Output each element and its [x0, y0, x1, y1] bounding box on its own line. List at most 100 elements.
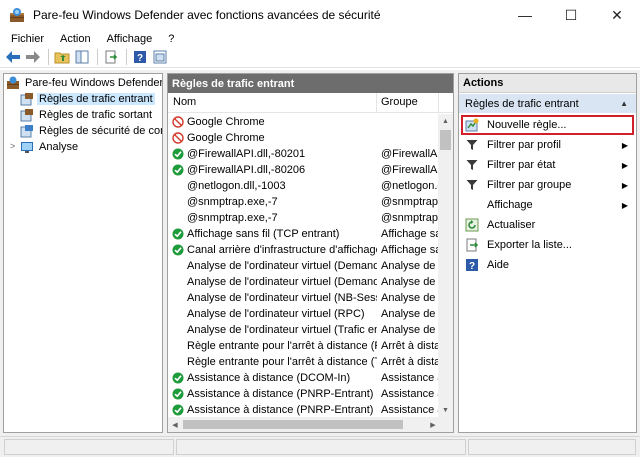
- disabled-rule-icon: [171, 339, 185, 353]
- tree-item-monitoring[interactable]: Analyse: [20, 139, 80, 155]
- action-filtrer-par-état[interactable]: Filtrer par état ▶: [459, 155, 636, 175]
- scroll-right-arrow-icon[interactable]: ▶: [426, 417, 440, 432]
- rule-row[interactable]: @snmptrap.exe,-7 @snmptrap.exe,-3: [168, 210, 439, 226]
- window-controls: — ☐ ✕: [502, 0, 640, 30]
- allowed-check-icon: [171, 147, 185, 161]
- action-actualiser[interactable]: Actualiser: [459, 215, 636, 235]
- action-aide[interactable]: ? Aide: [459, 255, 636, 275]
- scroll-down-arrow-icon[interactable]: ▼: [438, 403, 453, 417]
- rule-row[interactable]: Analyse de l'ordinateur virtuel (Demande…: [168, 274, 439, 290]
- properties-icon[interactable]: [151, 48, 169, 66]
- disabled-rule-icon: [171, 259, 185, 273]
- toolbar: ?: [0, 47, 640, 68]
- forward-arrow-icon[interactable]: [24, 48, 42, 66]
- rule-row[interactable]: @snmptrap.exe,-7 @snmptrap.exe,-3: [168, 194, 439, 210]
- submenu-arrow-icon: ▶: [621, 200, 628, 210]
- column-header-group[interactable]: Groupe: [381, 96, 418, 108]
- menu-affichage[interactable]: Affichage: [101, 33, 159, 45]
- rule-row[interactable]: Canal arrière d'infrastructure d'afficha…: [168, 242, 439, 258]
- filter-icon: [465, 158, 479, 172]
- scroll-left-arrow-icon[interactable]: ◀: [168, 417, 182, 432]
- rule-row[interactable]: Règle entrante pour l'arrêt à distance (…: [168, 354, 439, 370]
- rule-group: Analyse de l'ordinateur virtuel: [381, 308, 439, 320]
- rule-name: Assistance à distance (PNRP-Entrant): [187, 404, 374, 416]
- rule-row[interactable]: Google Chrome: [168, 130, 438, 146]
- rule-name: Google Chrome: [187, 116, 265, 128]
- filter-icon: [465, 138, 479, 152]
- rule-name: Règle entrante pour l'arrêt à distance (…: [187, 356, 377, 368]
- export-icon[interactable]: [102, 48, 120, 66]
- submenu-arrow-icon: ▶: [621, 160, 628, 170]
- allowed-check-icon: [171, 371, 185, 385]
- column-divider[interactable]: [438, 93, 439, 113]
- menu-fichier[interactable]: Fichier: [5, 33, 50, 45]
- disabled-rule-icon: [171, 195, 185, 209]
- collapse-triangle-icon[interactable]: ▲: [620, 99, 628, 108]
- rule-row[interactable]: Google Chrome: [168, 114, 438, 130]
- rule-row[interactable]: @FirewallAPI.dll,-80206 @FirewallAPI.dll,…: [168, 162, 439, 178]
- navigation-tree: Pare-feu Windows Defender avec fonctions…: [3, 73, 163, 433]
- rule-group: Assistance à distance: [381, 404, 439, 416]
- rule-group: Analyse de l'ordinateur virtuel: [381, 292, 439, 304]
- rule-row[interactable]: Analyse de l'ordinateur virtuel (Demande…: [168, 258, 439, 274]
- rule-name: @snmptrap.exe,-7: [187, 196, 278, 208]
- allowed-check-icon: [171, 163, 185, 177]
- rule-group: Assistance à distance: [381, 388, 439, 400]
- rule-row[interactable]: @netlogon.dll,-1003 @netlogon.dll,-1010: [168, 178, 439, 194]
- scroll-up-arrow-icon[interactable]: ▲: [438, 114, 453, 128]
- rule-name: @FirewallAPI.dll,-80201: [187, 148, 306, 160]
- column-divider[interactable]: [376, 93, 377, 113]
- actions-pane: Actions Règles de trafic entrant ▲ Nouve…: [458, 73, 637, 433]
- rule-row[interactable]: @FirewallAPI.dll,-80201 @FirewallAPI.dll,…: [168, 146, 439, 162]
- action-nouvelle-règle[interactable]: Nouvelle règle...: [461, 115, 634, 135]
- status-cell: [176, 439, 466, 455]
- action-label: Affichage: [487, 199, 533, 211]
- rule-row[interactable]: Assistance à distance (PNRP-Entrant) Assi…: [168, 386, 439, 402]
- maximize-button[interactable]: ☐: [548, 0, 594, 30]
- tree-item-inbound-rules[interactable]: Règles de trafic entrant: [20, 91, 155, 107]
- rule-row[interactable]: Analyse de l'ordinateur virtuel (RPC) Ana…: [168, 306, 439, 322]
- action-exporter-la-liste[interactable]: Exporter la liste...: [459, 235, 636, 255]
- help-icon[interactable]: ?: [131, 48, 149, 66]
- column-header-name[interactable]: Nom: [173, 96, 196, 108]
- menu-action[interactable]: Action: [54, 33, 97, 45]
- action-label: Actualiser: [487, 219, 536, 231]
- disabled-rule-icon: [171, 275, 185, 289]
- rule-group: @FirewallAPI.dll,-80200: [381, 164, 439, 176]
- outbound-rules-icon: [20, 109, 33, 122]
- rule-row[interactable]: Affichage sans fil (TCP entrant) Affichag…: [168, 226, 439, 242]
- tree-item-label: Règles de trafic entrant: [37, 93, 155, 105]
- scroll-thumb[interactable]: [183, 420, 403, 429]
- blocked-icon: [171, 115, 185, 129]
- show-tree-icon[interactable]: [73, 48, 91, 66]
- tree-item-outbound-rules[interactable]: Règles de trafic sortant: [20, 107, 154, 123]
- rule-row[interactable]: Analyse de l'ordinateur virtuel (NB-Sess…: [168, 290, 439, 306]
- minimize-button[interactable]: —: [502, 0, 548, 30]
- action-filtrer-par-groupe[interactable]: Filtrer par groupe ▶: [459, 175, 636, 195]
- rule-name: Canal arrière d'infrastructure d'afficha…: [187, 244, 377, 256]
- window-title: Pare-feu Windows Defender avec fonctions…: [33, 8, 381, 22]
- rule-row[interactable]: Règle entrante pour l'arrêt à distance (…: [168, 338, 439, 354]
- tree-root[interactable]: Pare-feu Windows Defender avec fonctions…: [6, 75, 162, 91]
- menu-help[interactable]: ?: [162, 33, 180, 45]
- close-button[interactable]: ✕: [594, 0, 640, 30]
- rule-row[interactable]: Assistance à distance (PNRP-Entrant) Assi…: [168, 402, 439, 418]
- action-affichage[interactable]: Affichage ▶: [459, 195, 636, 215]
- horizontal-scrollbar[interactable]: ◀ ▶: [168, 417, 453, 432]
- toolbar-separator: [48, 49, 49, 65]
- action-label: Filtrer par groupe: [487, 179, 572, 191]
- disabled-rule-icon: [171, 179, 185, 193]
- folder-up-icon[interactable]: [53, 48, 71, 66]
- disabled-rule-icon: [171, 323, 185, 337]
- action-filtrer-par-profil[interactable]: Filtrer par profil ▶: [459, 135, 636, 155]
- rule-row[interactable]: Assistance à distance (DCOM-In) Assistanc…: [168, 370, 439, 386]
- rule-name: Analyse de l'ordinateur virtuel (RPC): [187, 308, 365, 320]
- back-arrow-icon[interactable]: [4, 48, 22, 66]
- expand-chevron-icon[interactable]: >: [10, 141, 15, 151]
- rule-row[interactable]: Analyse de l'ordinateur virtuel (Trafic …: [168, 322, 439, 338]
- allowed-check-icon: [171, 387, 185, 401]
- scroll-thumb[interactable]: [440, 130, 451, 150]
- tree-item-connection-security[interactable]: Règles de sécurité de connexion: [20, 123, 162, 139]
- vertical-scrollbar[interactable]: ▲ ▼: [438, 114, 453, 417]
- actions-section-header[interactable]: Règles de trafic entrant ▲: [459, 94, 636, 113]
